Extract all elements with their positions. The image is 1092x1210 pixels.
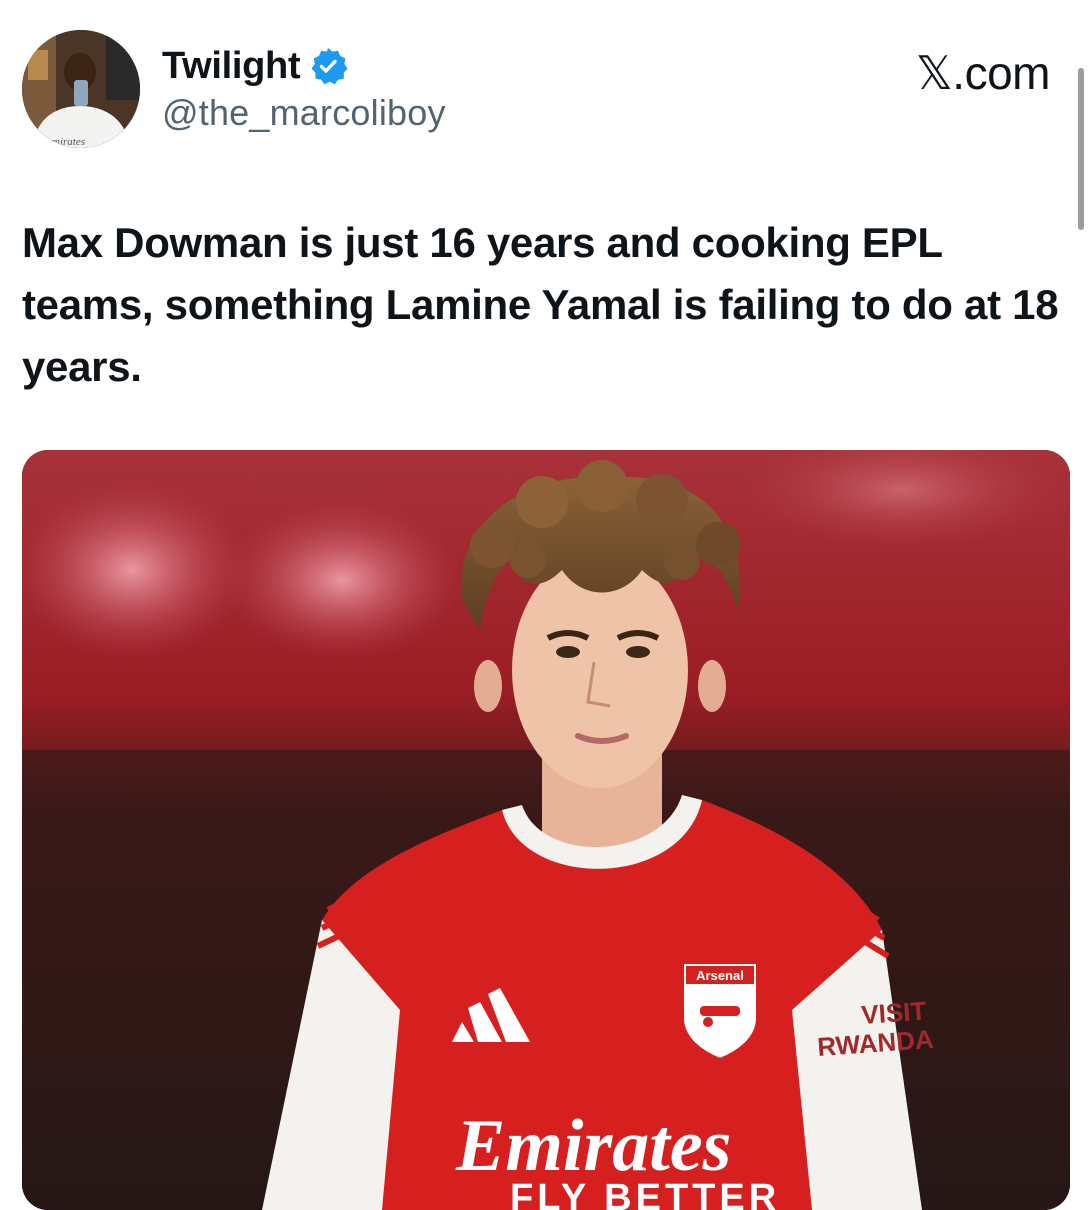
- display-name[interactable]: Twilight: [162, 45, 301, 88]
- author-name-row: Twilight: [162, 40, 348, 92]
- shirt-sponsor: Emirates: [455, 1105, 731, 1187]
- crest-label: Arsenal: [696, 968, 744, 983]
- scrollbar[interactable]: [1078, 68, 1084, 230]
- arsenal-crest-icon: Arsenal: [680, 960, 760, 1063]
- post-text: Max Dowman is just 16 years and cooking …: [22, 219, 1059, 390]
- author-handle[interactable]: @the_marcoliboy: [162, 92, 446, 134]
- avatar[interactable]: mirates: [22, 30, 140, 148]
- avatar-caption: mirates: [52, 136, 85, 148]
- shirt-sponsor-tagline: FLY BETTER: [510, 1177, 780, 1210]
- verified-badge-icon: [311, 48, 348, 85]
- post-media-photo[interactable]: Arsenal VISIT RWANDA Emirates FLY BETTER: [22, 450, 1070, 1210]
- brand-label: 𝕏.com: [915, 47, 1051, 99]
